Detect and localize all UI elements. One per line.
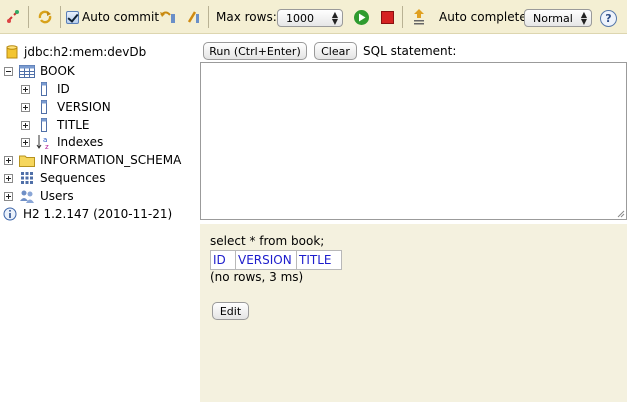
- sql-statement-input[interactable]: [200, 62, 627, 220]
- rollback-icon[interactable]: [159, 7, 177, 27]
- resize-grip-icon[interactable]: [617, 210, 625, 218]
- toolbar-separator: [28, 6, 29, 28]
- tree-column-version[interactable]: VERSION: [21, 98, 111, 116]
- table-header-row: ID VERSION TITLE: [210, 250, 342, 270]
- users-icon: [19, 188, 35, 204]
- tree-item-book[interactable]: BOOK: [4, 62, 75, 80]
- database-icon: [4, 44, 20, 60]
- select-arrows-icon: ▲ ▼: [580, 10, 587, 26]
- commit-icon[interactable]: [184, 7, 202, 27]
- result-table: ID VERSION TITLE: [210, 250, 342, 270]
- result-statement: select * from book;: [210, 234, 325, 248]
- auto-commit-toggle[interactable]: Auto commit: [66, 7, 159, 27]
- run-button[interactable]: Run (Ctrl+Enter): [203, 42, 307, 60]
- tree-connection[interactable]: jdbc:h2:mem:devDb: [4, 43, 146, 61]
- table-icon: [19, 63, 35, 79]
- max-rows-label: Max rows:: [216, 10, 277, 24]
- column-icon: [36, 99, 52, 115]
- result-panel: select * from book; ID VERSION TITLE (no…: [200, 224, 627, 402]
- tree-item-information-schema[interactable]: INFORMATION_SCHEMA: [4, 151, 181, 169]
- expand-icon[interactable]: [4, 173, 13, 183]
- expand-icon[interactable]: [21, 84, 30, 94]
- toolbar-separator: [208, 6, 209, 28]
- help-icon[interactable]: ?: [600, 9, 617, 27]
- result-summary: (no rows, 3 ms): [210, 270, 304, 284]
- select-arrows-icon: ▲ ▼: [331, 10, 338, 26]
- run-icon[interactable]: [352, 7, 370, 27]
- disconnect-icon[interactable]: [4, 7, 22, 27]
- sequence-icon: [19, 170, 35, 186]
- column-header-title[interactable]: TITLE: [296, 250, 342, 270]
- expand-icon[interactable]: [4, 155, 13, 165]
- folder-icon: [19, 152, 35, 168]
- column-icon: [36, 117, 52, 133]
- clear-button[interactable]: Clear: [314, 42, 357, 60]
- auto-commit-checkbox[interactable]: [66, 10, 79, 24]
- auto-complete-label: Auto complete: [439, 10, 527, 24]
- tree-column-id[interactable]: ID: [21, 80, 70, 98]
- sql-statement-label: SQL statement:: [363, 44, 457, 58]
- stop-icon[interactable]: [378, 7, 396, 27]
- collapse-icon[interactable]: [4, 66, 13, 76]
- edit-button[interactable]: Edit: [212, 302, 249, 320]
- svg-text:z: z: [45, 143, 49, 150]
- tree-item-users[interactable]: Users: [4, 187, 74, 205]
- expand-icon[interactable]: [21, 102, 30, 112]
- toolbar-separator: [402, 6, 403, 28]
- schema-tree: jdbc:h2:mem:devDb BOOK ID VERSION TITLE …: [0, 35, 200, 402]
- toolbar-separator: [60, 6, 61, 28]
- refresh-icon[interactable]: [36, 7, 54, 27]
- tree-item-sequences[interactable]: Sequences: [4, 169, 105, 187]
- expand-icon[interactable]: [21, 120, 30, 130]
- auto-complete-select[interactable]: Normal ▲ ▼: [524, 9, 592, 27]
- toolbar: Auto commit Max rows: 1000 ▲ ▼ Auto compl…: [0, 0, 627, 34]
- column-icon: [36, 81, 52, 97]
- info-icon: [3, 206, 17, 222]
- sort-icon: az: [36, 134, 52, 150]
- tree-column-title[interactable]: TITLE: [21, 116, 89, 134]
- column-header-version[interactable]: VERSION: [235, 250, 297, 270]
- column-header-id[interactable]: ID: [210, 250, 236, 270]
- max-rows-select[interactable]: 1000 ▲ ▼: [277, 9, 343, 27]
- tree-version-info: H2 1.2.147 (2010-11-21): [3, 205, 172, 223]
- expand-icon[interactable]: [21, 137, 30, 147]
- auto-commit-label: Auto commit: [82, 10, 160, 24]
- history-icon[interactable]: [410, 7, 428, 27]
- expand-icon[interactable]: [4, 191, 13, 201]
- tree-item-indexes[interactable]: az Indexes: [21, 133, 103, 151]
